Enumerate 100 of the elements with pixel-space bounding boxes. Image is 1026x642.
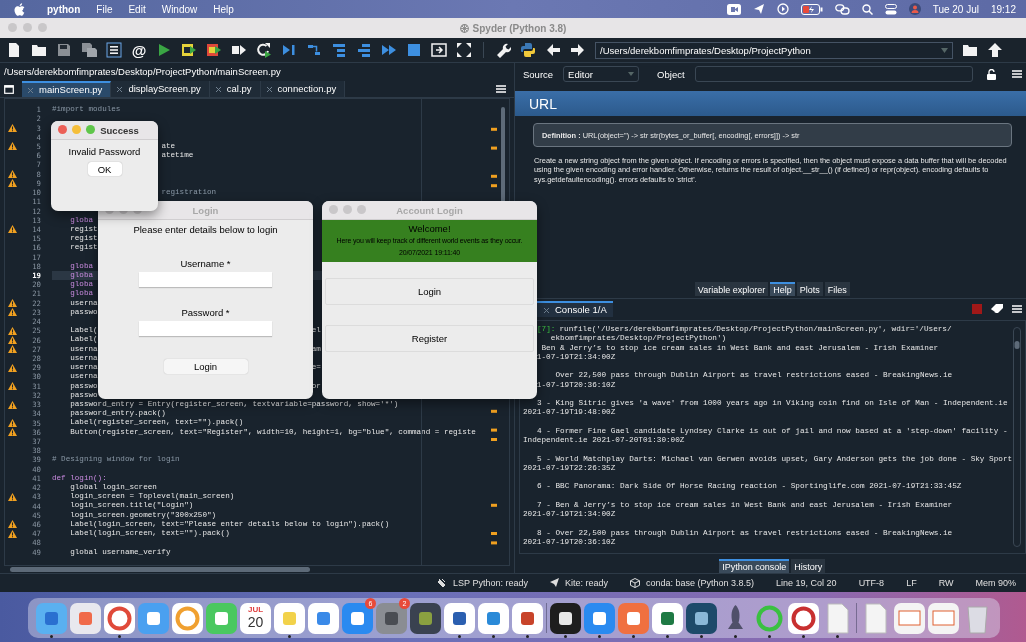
file-tab[interactable]: connection.py [260, 81, 346, 97]
menu-item[interactable]: Help [213, 3, 234, 15]
save-icon[interactable] [56, 42, 72, 58]
open-folder-icon[interactable] [962, 42, 978, 58]
apple-logo-icon[interactable] [14, 2, 25, 16]
status-text: RW [938, 578, 954, 588]
video-icon[interactable] [726, 3, 741, 15]
file-tab[interactable]: displayScreen.py [111, 81, 210, 97]
close-icon[interactable] [266, 87, 272, 92]
kite-icon [549, 578, 559, 588]
input-field[interactable] [139, 321, 272, 336]
console-tab[interactable]: Console 1/A [537, 300, 613, 317]
menu-icon[interactable] [496, 85, 506, 93]
dialog-title: Account Login [396, 204, 463, 216]
login-button[interactable]: Login [163, 359, 248, 374]
close-icon[interactable] [215, 87, 221, 92]
status-text: Line 19, Col 20 [776, 578, 837, 588]
pane-tab[interactable]: IPython console [719, 559, 790, 573]
close-icon[interactable] [544, 307, 549, 313]
plug-icon [437, 578, 448, 588]
avatar-icon[interactable] [908, 3, 921, 15]
back-icon[interactable] [545, 42, 561, 58]
run-cell-advance-icon[interactable] [206, 42, 222, 58]
app-icon[interactable] [550, 602, 581, 634]
menu-item[interactable]: File [96, 3, 113, 15]
file-tab[interactable]: mainScreen.py [22, 81, 112, 97]
object-label: Object [657, 68, 685, 80]
caret-icon[interactable] [628, 72, 635, 76]
banner-heading: Welcome! [408, 222, 451, 235]
list-icon[interactable] [106, 42, 122, 58]
at-sign-button[interactable]: @ [131, 41, 147, 59]
menubar-time[interactable]: 19:12 [990, 3, 1016, 15]
pane-tab[interactable]: Help [770, 282, 795, 296]
file-path: /Users/derekbomfimprates/Desktop/ProjectPython/mainScreen.py [3, 65, 282, 79]
run-icon[interactable] [156, 42, 172, 58]
spider-web-icon [459, 23, 469, 33]
step-icon[interactable] [306, 42, 322, 58]
pane-tab[interactable]: Files [824, 282, 850, 296]
menu-button[interactable]: Register [325, 325, 534, 352]
toggles-icon[interactable] [884, 3, 897, 15]
battery-icon[interactable] [800, 3, 823, 15]
status-text: UTF-8 [858, 578, 885, 588]
status-text: Kite: ready [564, 578, 608, 588]
status-text: conda: base (Python 3.8.5) [646, 578, 755, 588]
file-tab[interactable]: cal.py [209, 81, 261, 97]
pane-tab[interactable]: Variable explorer [694, 282, 769, 296]
object-field[interactable] [694, 66, 973, 82]
dialog-title: Login [192, 204, 219, 216]
fullscreen-icon[interactable] [456, 42, 472, 58]
menu-button[interactable]: Login [325, 278, 534, 305]
window-title: Spyder (Python 3.8) [472, 22, 567, 34]
eraser-icon[interactable] [990, 304, 1003, 313]
working-directory-field[interactable]: /Users/derekbomfimprates/Desktop/ProjectPython [595, 41, 953, 59]
search-icon[interactable] [861, 3, 873, 15]
menu-item[interactable]: Window [161, 3, 198, 15]
continue-icon[interactable] [381, 42, 397, 58]
source-label: Source [523, 68, 554, 80]
wrench-icon[interactable] [495, 42, 511, 58]
help-title: URL [529, 95, 557, 112]
close-button[interactable] [58, 125, 67, 134]
pane-tab[interactable]: History [791, 559, 826, 573]
app-icon[interactable]: JUL 20 [240, 602, 271, 634]
open-folder-icon[interactable] [31, 42, 47, 58]
dialog-message: Invalid Password [68, 146, 141, 157]
pane-tab[interactable]: Plots [796, 282, 823, 296]
browse-tabs-icon[interactable] [4, 84, 14, 94]
up-arrow-icon[interactable] [987, 42, 1003, 58]
scrollbar[interactable] [1012, 327, 1021, 547]
logo-icon[interactable] [520, 42, 536, 58]
scrollbar[interactable] [10, 567, 310, 572]
new-file-icon[interactable] [6, 42, 22, 58]
debug-icon[interactable] [281, 42, 297, 58]
step-into-icon[interactable] [331, 42, 347, 58]
caret-icon[interactable] [941, 47, 948, 53]
link-icon[interactable] [834, 3, 850, 15]
input-field[interactable] [139, 272, 272, 287]
run-selection-icon[interactable] [231, 42, 247, 58]
rerun-icon[interactable] [256, 42, 272, 58]
save-all-icon[interactable] [81, 42, 97, 58]
source-dropdown[interactable]: Editor [563, 66, 640, 82]
maximize-icon[interactable] [431, 42, 447, 58]
app-icon[interactable] [444, 602, 475, 634]
status-text: LF [906, 578, 917, 588]
menu-icon[interactable] [1011, 70, 1022, 78]
dialog-prompt: Please enter details below to login [133, 224, 278, 235]
play-circle-icon[interactable] [776, 3, 789, 15]
close-icon[interactable] [117, 87, 123, 92]
menu-icon[interactable] [1011, 304, 1022, 313]
unlock-icon[interactable] [986, 68, 996, 80]
close-icon[interactable] [28, 88, 33, 93]
menubar-date[interactable]: Tue 20 Jul [932, 3, 979, 15]
stop-icon[interactable] [406, 42, 422, 58]
step-return-icon[interactable] [356, 42, 372, 58]
cube-icon [630, 578, 640, 588]
status-text: Mem 90% [975, 578, 1016, 588]
forward-icon[interactable] [570, 42, 586, 58]
menu-item[interactable]: python [47, 3, 81, 15]
ok-button[interactable]: OK [87, 162, 122, 176]
run-cell-icon[interactable] [181, 42, 197, 58]
menu-item[interactable]: Edit [128, 3, 146, 15]
